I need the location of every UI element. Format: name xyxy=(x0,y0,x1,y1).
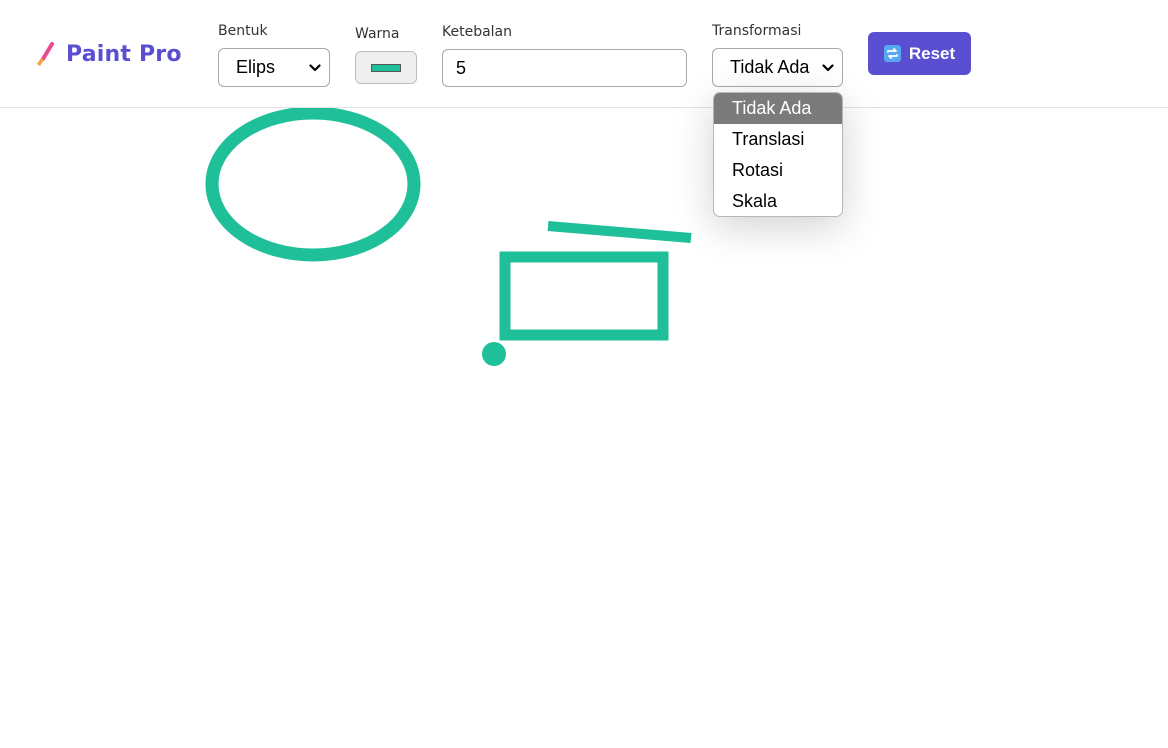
ellipse-shape xyxy=(205,108,421,262)
reset-button[interactable]: Reset xyxy=(868,32,971,75)
drawing-canvas[interactable] xyxy=(0,108,1168,748)
dot-shape xyxy=(482,342,506,366)
paintbrush-icon xyxy=(37,42,54,66)
rectangle-shape xyxy=(499,251,669,341)
transform-label: Transformasi xyxy=(712,23,802,39)
chevron-down-icon xyxy=(822,63,834,71)
app-logo: Paint Pro xyxy=(34,38,182,70)
shape-select[interactable]: Elips xyxy=(218,48,330,87)
chevron-down-icon xyxy=(309,63,321,71)
transform-option-rotate[interactable]: Rotasi xyxy=(714,155,842,186)
transform-option-scale[interactable]: Skala xyxy=(714,186,842,216)
shape-select-value: Elips xyxy=(236,57,276,77)
line-shape xyxy=(547,221,692,243)
transform-select[interactable]: Tidak Ada xyxy=(712,48,843,87)
transform-option-none[interactable]: Tidak Ada xyxy=(714,93,842,124)
color-label: Warna xyxy=(355,26,400,42)
thickness-input[interactable] xyxy=(442,49,687,87)
reset-label: Reset xyxy=(908,43,956,63)
repeat-icon xyxy=(883,45,901,62)
toolbar: Paint Pro Bentuk Elips Warna Ketebalan T… xyxy=(0,0,1168,108)
transform-select-value: Tidak Ada xyxy=(730,57,810,77)
color-chip xyxy=(371,63,401,72)
color-picker[interactable] xyxy=(355,51,417,84)
transform-option-translate[interactable]: Translasi xyxy=(714,124,842,155)
shape-label: Bentuk xyxy=(218,23,268,39)
thickness-label: Ketebalan xyxy=(442,24,513,40)
app-title: Paint Pro xyxy=(66,41,182,67)
transform-dropdown: Tidak Ada Translasi Rotasi Skala xyxy=(713,92,843,217)
